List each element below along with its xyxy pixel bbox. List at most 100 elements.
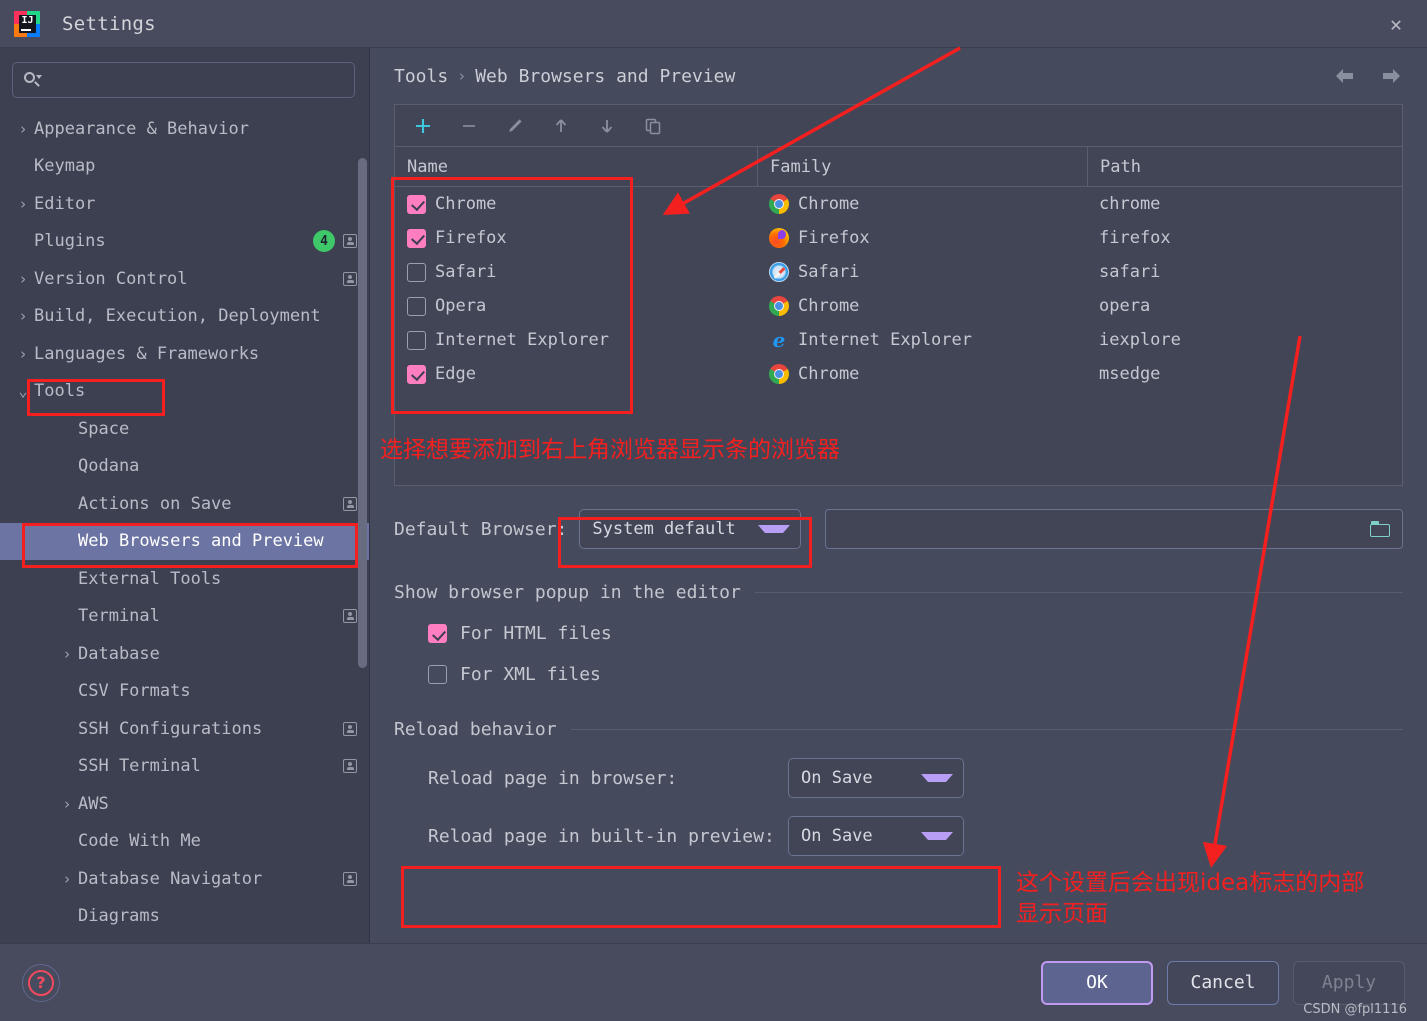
chevron-right-icon[interactable]: › (56, 645, 78, 663)
back-arrow-icon[interactable] (1333, 66, 1357, 86)
browser-name-cell: Internet Explorer (395, 323, 757, 357)
sidebar-item-build-execution-deployment[interactable]: › Build, Execution, Deployment (0, 298, 369, 336)
chevron-right-icon[interactable]: › (12, 270, 34, 288)
sidebar-item-database-navigator[interactable]: › Database Navigator (0, 860, 369, 898)
column-header-family[interactable]: Family (757, 147, 1087, 186)
sidebar-item-aws[interactable]: › AWS (0, 785, 369, 823)
popup-option-row[interactable]: For XML files (394, 664, 1403, 685)
search-box[interactable] (12, 62, 355, 98)
reload-setting-select[interactable]: On Save (788, 816, 964, 856)
cancel-button[interactable]: Cancel (1167, 960, 1279, 1005)
sidebar-item-label: Build, Execution, Deployment (34, 306, 321, 327)
browser-path-field[interactable] (825, 509, 1403, 549)
default-browser-value: System default (592, 519, 736, 539)
sidebar-item-web-browsers-and-preview[interactable]: Web Browsers and Preview (0, 522, 369, 560)
sidebar-item-terminal[interactable]: Terminal (0, 598, 369, 636)
sidebar-item-label: Appearance & Behavior (34, 118, 249, 139)
table-row[interactable]: Chrome Chrome chrome (395, 187, 1402, 221)
sidebar-item-qodana[interactable]: Qodana (0, 448, 369, 486)
sidebar-item-actions-on-save[interactable]: Actions on Save (0, 485, 369, 523)
plugins-update-badge: 4 (313, 230, 335, 253)
popup-options: For HTML files For XML files (394, 623, 1403, 685)
ok-button[interactable]: OK (1041, 960, 1153, 1005)
sidebar-item-csv-formats[interactable]: CSV Formats (0, 673, 369, 711)
copy-button[interactable] (639, 112, 667, 140)
browsers-toolbar (395, 105, 1402, 147)
browser-name-label: Firefox (435, 228, 507, 248)
close-icon[interactable]: ✕ (1383, 11, 1409, 37)
sidebar-item-code-with-me[interactable]: Code With Me (0, 823, 369, 861)
dialog-footer: ? OK Cancel Apply CSDN @fpl1116 (0, 943, 1427, 1021)
chevron-down-icon[interactable]: ⌄ (12, 382, 34, 400)
sidebar-item-plugins[interactable]: Plugins 4 (0, 223, 369, 261)
sidebar-item-external-tools[interactable]: External Tools (0, 560, 369, 598)
reload-setting-select[interactable]: On Save (788, 758, 964, 798)
reload-setting-value: On Save (801, 826, 873, 846)
sidebar-item-languages-frameworks[interactable]: › Languages & Frameworks (0, 335, 369, 373)
popup-option-checkbox[interactable] (428, 665, 447, 684)
footer-buttons: OK Cancel Apply (1041, 960, 1405, 1005)
browser-enabled-checkbox[interactable] (407, 228, 426, 248)
question-mark-icon: ? (28, 969, 54, 996)
sidebar-item-version-control[interactable]: › Version Control (0, 260, 369, 298)
move-down-button[interactable] (593, 112, 621, 140)
settings-tree: › Appearance & Behavior Keymap › Editor Plu… (0, 106, 369, 935)
table-row[interactable]: Internet Explorer e Internet Explorer iexpl… (395, 323, 1402, 357)
move-up-button[interactable] (547, 112, 575, 140)
column-header-path[interactable]: Path (1087, 147, 1402, 186)
ie-icon: e (772, 328, 786, 352)
forward-arrow-icon[interactable] (1379, 66, 1403, 86)
search-input[interactable] (45, 72, 344, 88)
browser-enabled-checkbox[interactable] (407, 296, 426, 316)
edit-pencil-button[interactable] (501, 112, 529, 140)
table-row[interactable]: Edge Chrome msedge (395, 357, 1402, 391)
sidebar-item-label: SSH Configurations (78, 718, 263, 739)
browser-enabled-checkbox[interactable] (407, 364, 426, 384)
browser-enabled-checkbox[interactable] (407, 262, 426, 282)
help-button[interactable]: ? (22, 963, 60, 1002)
sidebar-item-tools[interactable]: ⌄ Tools (0, 373, 369, 411)
remove-button[interactable] (455, 112, 483, 140)
settings-main-panel: Tools › Web Browsers and Preview Name Fa… (370, 48, 1427, 943)
sidebar-item-editor[interactable]: › Editor (0, 185, 369, 223)
browser-name-cell: Safari (395, 255, 757, 289)
sync-settings-icon (343, 871, 357, 886)
sidebar-scrollbar-thumb[interactable] (358, 158, 367, 668)
sidebar-scrollbar[interactable] (358, 108, 367, 937)
column-header-name[interactable]: Name (395, 147, 757, 186)
sidebar-item-ssh-configurations[interactable]: SSH Configurations (0, 710, 369, 748)
table-row[interactable]: Safari Safari safari (395, 255, 1402, 289)
sidebar-item-diagrams[interactable]: Diagrams (0, 898, 369, 936)
table-row[interactable]: Firefox Firefox firefox (395, 221, 1402, 255)
chevron-right-icon[interactable]: › (56, 795, 78, 813)
popup-option-row[interactable]: For HTML files (394, 623, 1403, 644)
sidebar-item-ssh-terminal[interactable]: SSH Terminal (0, 748, 369, 786)
chevron-right-icon[interactable]: › (12, 120, 34, 138)
chevron-right-icon[interactable]: › (12, 345, 34, 363)
browser-path-input[interactable] (838, 519, 1370, 539)
breadcrumb-root[interactable]: Tools (394, 66, 448, 87)
add-button[interactable] (409, 112, 437, 140)
sidebar-item-label: SSH Terminal (78, 756, 201, 777)
sidebar-item-database[interactable]: › Database (0, 635, 369, 673)
chevron-right-icon[interactable]: › (56, 870, 78, 888)
folder-browse-icon[interactable] (1370, 520, 1390, 538)
default-browser-select[interactable]: System default (579, 509, 802, 549)
reload-setting-value: On Save (801, 768, 873, 788)
browser-path-cell: iexplore (1099, 330, 1181, 350)
popup-option-checkbox[interactable] (428, 624, 447, 643)
browser-enabled-checkbox[interactable] (407, 330, 426, 350)
sidebar-item-keymap[interactable]: Keymap (0, 148, 369, 186)
sync-settings-icon (343, 234, 357, 249)
table-row[interactable]: Opera Chrome opera (395, 289, 1402, 323)
sidebar-item-space[interactable]: Space (0, 410, 369, 448)
chevron-right-icon[interactable]: › (12, 195, 34, 213)
sidebar-item-appearance-behavior[interactable]: › Appearance & Behavior (0, 110, 369, 148)
browser-enabled-checkbox[interactable] (407, 194, 426, 214)
chevron-right-icon[interactable]: › (12, 307, 34, 325)
sidebar-item-label: Diagrams (78, 906, 160, 927)
